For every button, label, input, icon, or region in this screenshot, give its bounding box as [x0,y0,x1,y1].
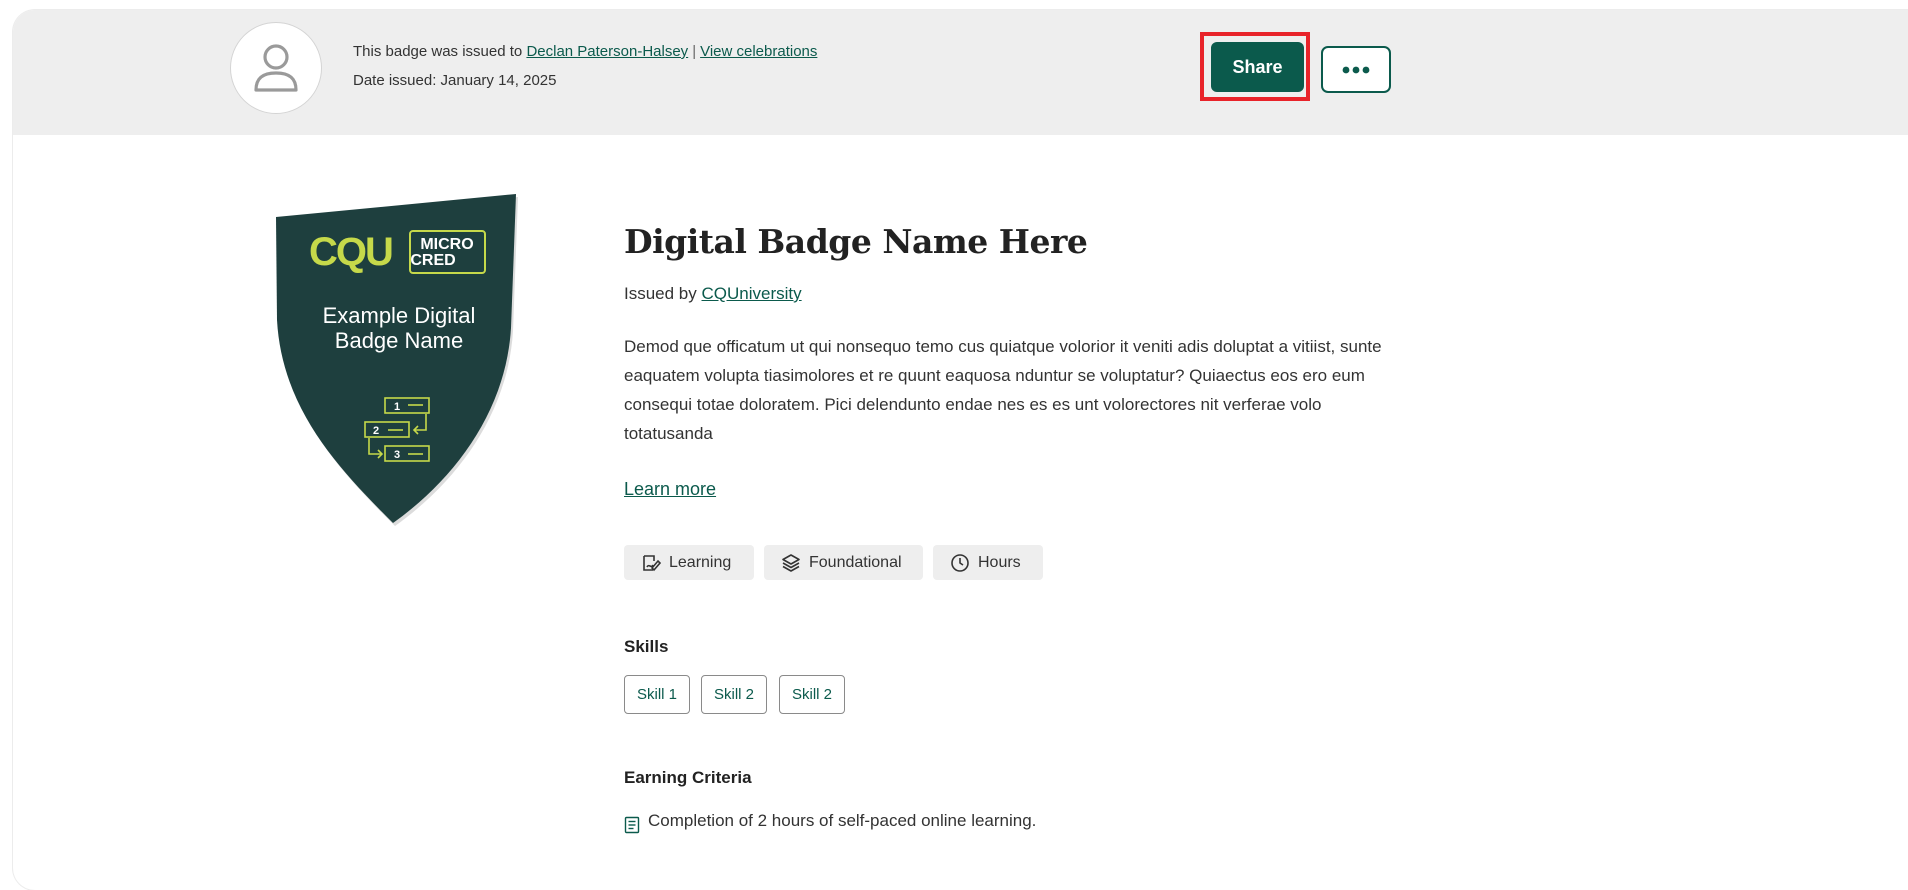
tag-learning: Learning [624,545,754,580]
badge-image: CQU MICRO CRED Example Digital Badge Nam… [276,194,518,526]
user-icon [254,44,298,92]
share-button[interactable]: Share [1211,42,1304,92]
more-options-button[interactable] [1321,46,1391,93]
link-separator: | [692,43,697,60]
badge-brand: CQU [309,230,392,274]
badge-step1: 1 [394,401,400,413]
badge-name-line1: Example Digital [323,303,476,328]
badge-tag-line1: MICRO [420,236,473,253]
badge-name-line2: Badge Name [335,328,463,353]
recipient-avatar [230,22,322,114]
badge-tag-line2: CRED [410,252,455,269]
issued-by-prefix: Issued by [624,284,697,303]
earning-criteria-heading: Earning Criteria [624,768,752,787]
issued-to-prefix: This badge was issued to [353,43,523,60]
skill-chip[interactable]: Skill 2 [779,675,845,714]
criteria-item: Completion of 2 hours of self-paced onli… [624,811,1036,834]
issued-by: Issued by CQUniversity [624,284,802,304]
badge-header-bar: This badge was issued to Declan Paterson… [13,10,1908,135]
tag-label: Foundational [809,553,902,571]
date-issued: Date issued: January 14, 2025 [353,72,557,89]
skill-chip[interactable]: Skill 1 [624,675,690,714]
issuer-link[interactable]: CQUniversity [702,284,802,303]
badge-description: Demod que officatum ut qui nonsequo temo… [624,337,1382,443]
layers-icon [782,553,800,572]
badge-step3: 3 [394,449,400,461]
learning-icon [643,554,661,571]
badge-page: This badge was issued to Declan Paterson… [13,10,1908,890]
ellipsis-icon [1342,66,1370,73]
tag-foundational: Foundational [764,545,923,580]
criteria-text: Completion of 2 hours of self-paced onli… [648,811,1037,830]
tag-hours: Hours [933,545,1043,580]
issued-to-line: This badge was issued to Declan Paterson… [353,43,817,60]
tag-label: Hours [978,553,1021,571]
skills-heading: Skills [624,637,669,656]
skill-chip[interactable]: Skill 2 [701,675,767,714]
clock-icon [951,553,969,572]
document-icon [624,816,640,834]
badge-step2: 2 [373,425,379,437]
learn-more-link[interactable]: Learn more [624,479,716,500]
recipient-name-link[interactable]: Declan Paterson-Halsey [526,43,688,60]
badge-title: Digital Badge Name Here [624,222,1088,261]
view-celebrations-link[interactable]: View celebrations [700,43,817,60]
tag-label: Learning [669,553,732,571]
